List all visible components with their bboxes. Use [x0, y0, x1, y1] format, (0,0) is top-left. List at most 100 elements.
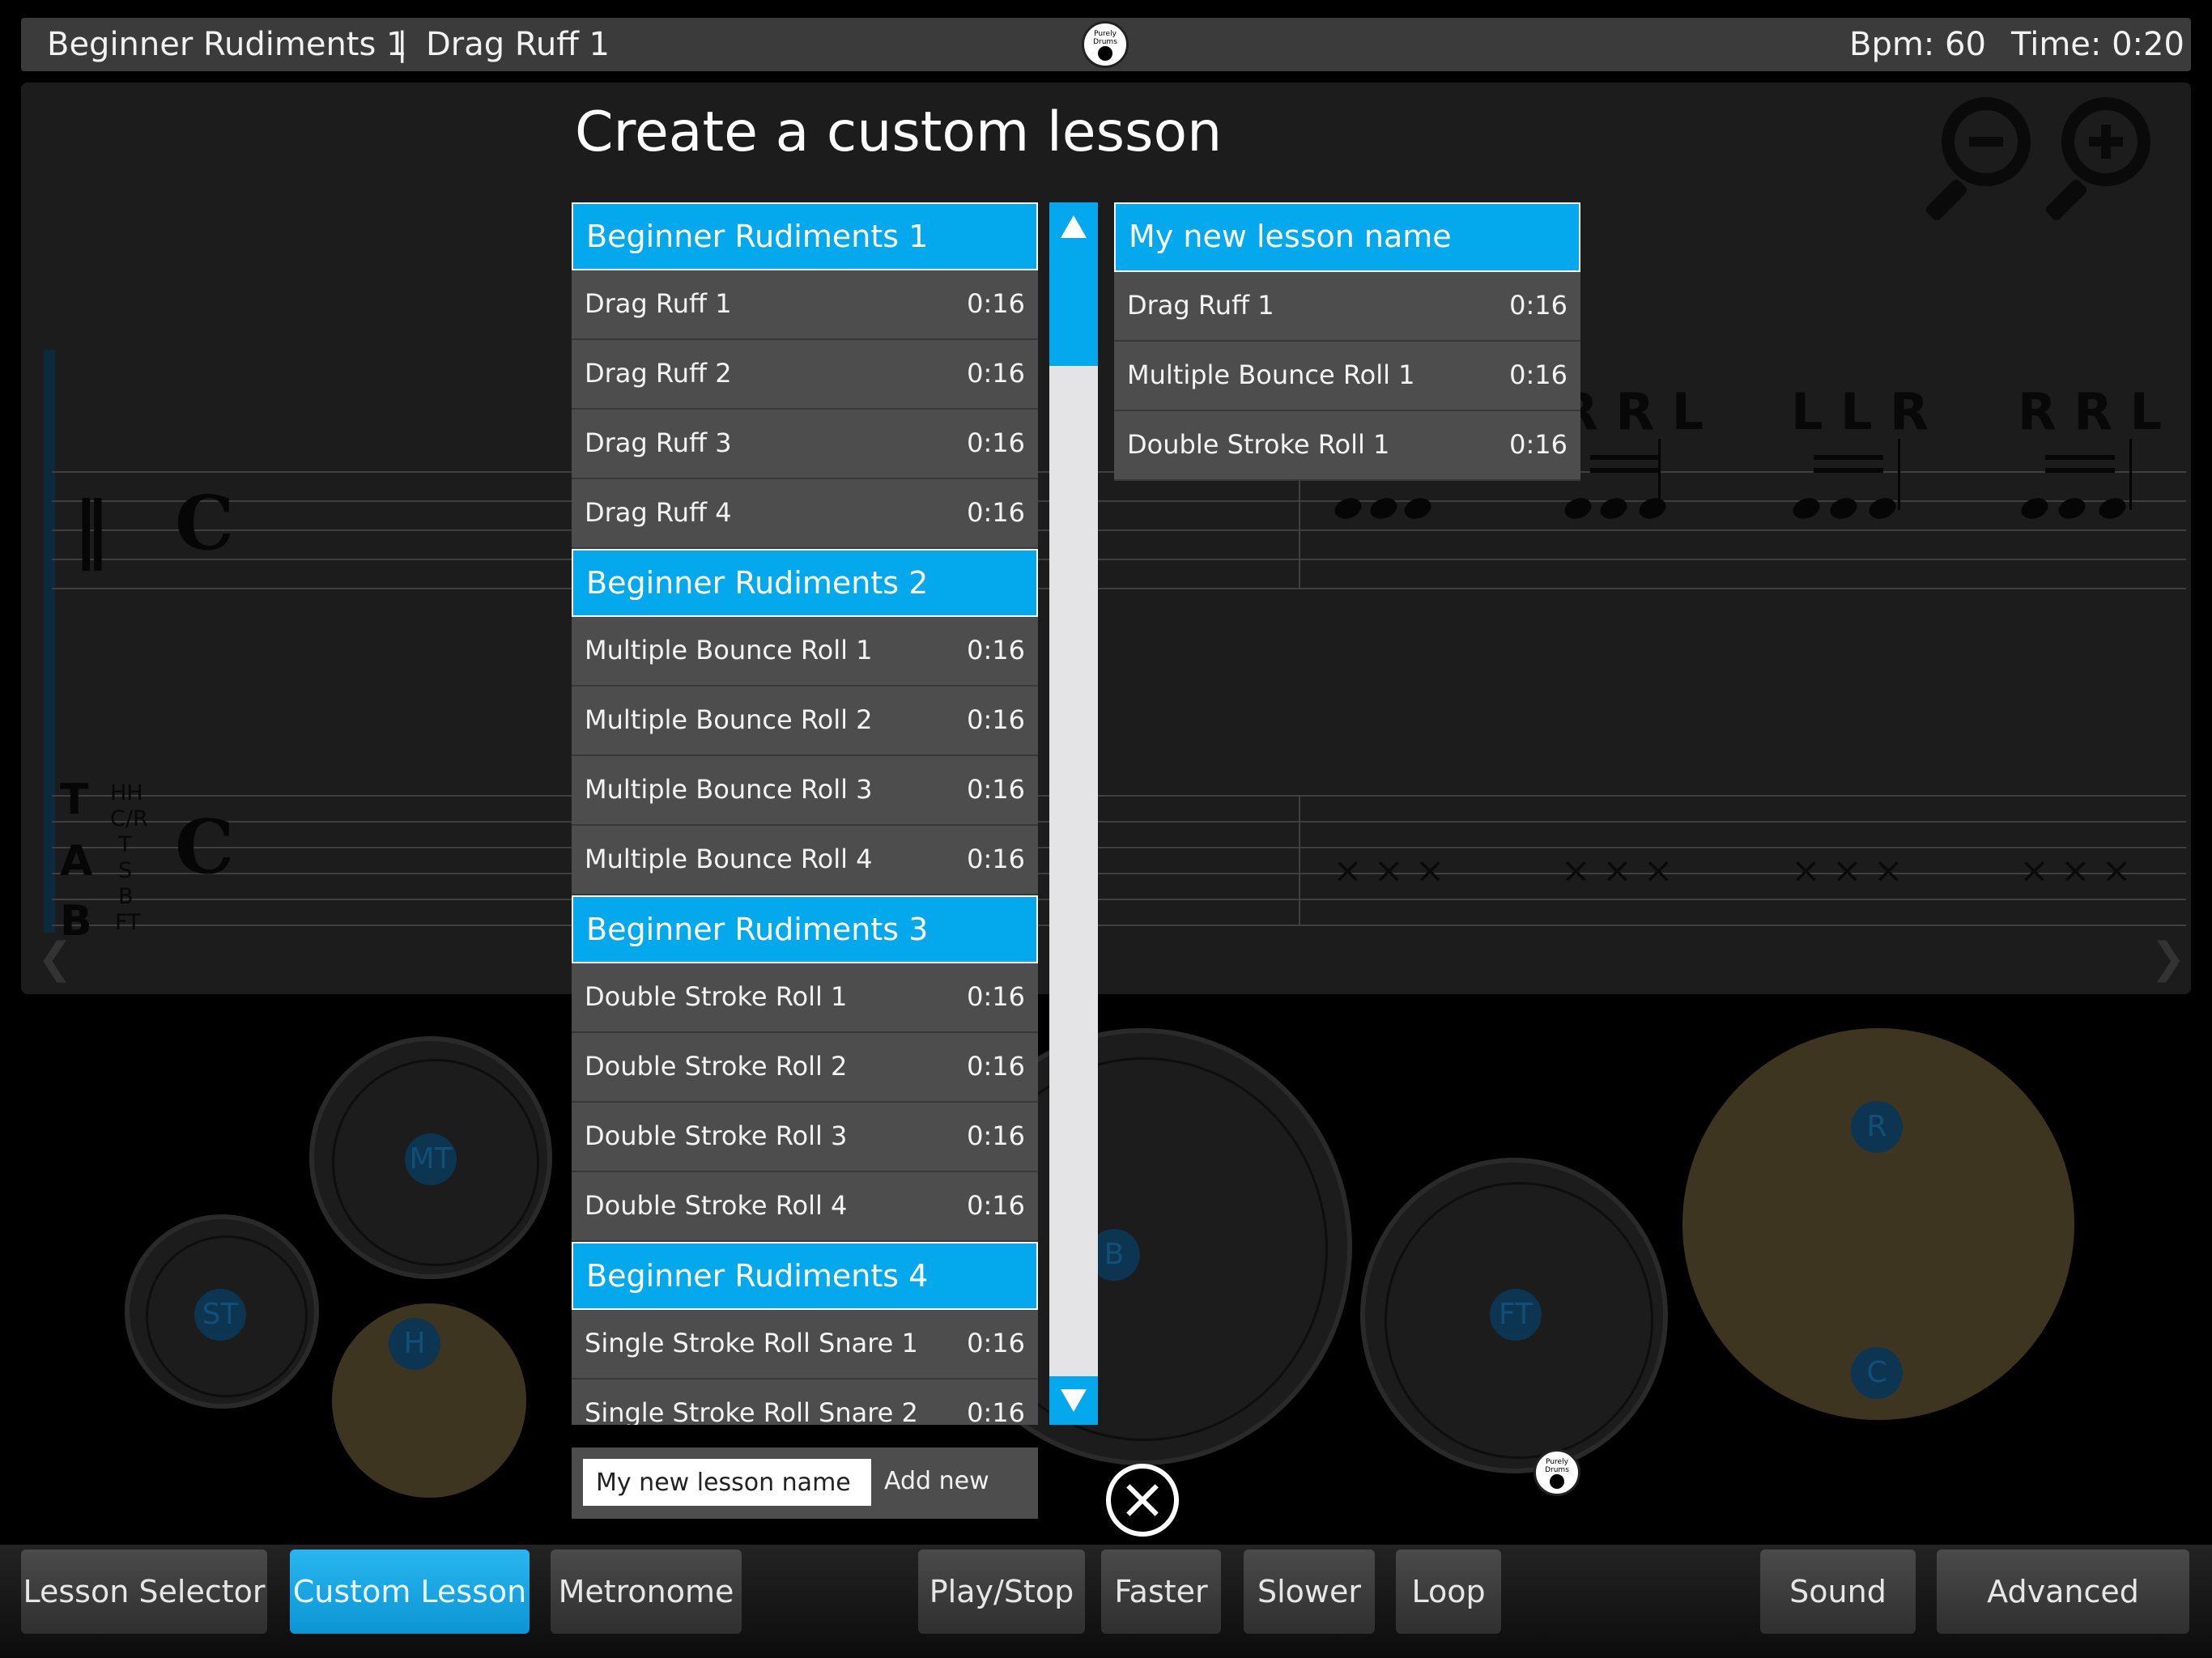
tab-line [52, 847, 2186, 848]
exercise-title: Drag Ruff 1 [426, 26, 610, 63]
scrollbar-thumb[interactable] [1049, 251, 1098, 366]
list-item[interactable]: Multiple Bounce Roll 1 0:16 [1114, 342, 1580, 411]
logo-drum-icon [1098, 46, 1112, 61]
zoom-out-icon[interactable] [1924, 97, 2031, 223]
list-item[interactable]: Multiple Bounce Roll 3 0:16 [572, 756, 1038, 826]
new-lesson-list[interactable]: My new lesson name Drag Ruff 1 0:16 Multi… [1114, 202, 1580, 481]
slower-button[interactable]: Slower [1244, 1550, 1375, 1634]
note-head [1827, 494, 1861, 523]
bar-line [1299, 471, 1300, 589]
new-lesson-header[interactable]: My new lesson name [1114, 202, 1580, 272]
list-item[interactable]: Drag Ruff 1 0:16 [572, 270, 1038, 340]
sticking-label: R R L [2018, 382, 2163, 441]
notation-panel: ‖ C T A B HH C/R T S B FT C R R L L L R … [21, 83, 2191, 994]
list-item[interactable]: Single Stroke Roll Snare 1 0:16 [572, 1310, 1038, 1380]
beam [2045, 468, 2115, 473]
stem [2129, 439, 2132, 510]
sticking-label: L L R [1791, 382, 1929, 441]
tab-voice-cr: C/R [110, 806, 148, 831]
dialog-title: Create a custom lesson [575, 100, 1223, 164]
tab-letter-a: A [60, 837, 93, 886]
list-item[interactable]: Drag Ruff 1 0:16 [1114, 272, 1580, 342]
list-item[interactable]: Drag Ruff 3 0:16 [572, 410, 1038, 479]
loop-button[interactable]: Loop [1396, 1550, 1501, 1634]
small-tom-label: ST [194, 1289, 246, 1341]
metronome-button[interactable]: Metronome [551, 1550, 742, 1634]
beam [1814, 468, 1883, 473]
note-head [2055, 494, 2089, 523]
triangle-up-icon [1061, 215, 1087, 238]
custom-lesson-button[interactable]: Custom Lesson [290, 1550, 530, 1634]
tab-voice-hh: HH [110, 780, 143, 806]
bar-line [1299, 795, 1300, 926]
purely-drums-logo: Purely Drums [1082, 21, 1129, 68]
faster-button[interactable]: Faster [1101, 1550, 1221, 1634]
common-time-icon: C [175, 803, 235, 891]
list-item[interactable]: Double Stroke Roll 2 0:16 [572, 1033, 1038, 1103]
list-item[interactable]: Multiple Bounce Roll 4 0:16 [572, 826, 1038, 895]
beam [2045, 455, 2115, 460]
tab-voice-s: S [118, 858, 133, 883]
staff-line [52, 500, 2186, 502]
tab-line [52, 899, 2186, 900]
tab-line [52, 925, 2186, 926]
tab-line [52, 795, 2186, 797]
list-item[interactable]: Drag Ruff 2 0:16 [572, 340, 1038, 410]
playhead-bar [44, 350, 55, 933]
lesson-selector-button[interactable]: Lesson Selector [21, 1550, 267, 1634]
logo-drum-icon [1550, 1474, 1564, 1489]
chevron-left-icon[interactable]: ❮ [37, 934, 73, 983]
list-item[interactable]: Drag Ruff 4 0:16 [572, 479, 1038, 549]
close-circle-icon[interactable] [1106, 1464, 1179, 1537]
list-item[interactable]: Double Stroke Roll 1 0:16 [572, 963, 1038, 1033]
list-item[interactable]: Double Stroke Roll 3 0:16 [572, 1103, 1038, 1172]
scroll-up-button[interactable] [1049, 202, 1098, 251]
triangle-down-icon [1061, 1389, 1087, 1412]
play-stop-button[interactable]: Play/Stop [918, 1550, 1085, 1634]
lesson-name-input[interactable] [583, 1459, 871, 1506]
note-head [2095, 494, 2129, 523]
tab-voice-ft: FT [115, 910, 141, 935]
advanced-button[interactable]: Advanced [1937, 1550, 2189, 1634]
common-time-icon: C [175, 479, 235, 567]
list-item[interactable]: Single Stroke Roll Snare 2 0:16 [572, 1380, 1038, 1425]
title-separator: | [397, 26, 408, 63]
sound-button[interactable]: Sound [1760, 1550, 1916, 1634]
floor-tom-label: FT [1490, 1289, 1542, 1341]
hihat-x-icon: × × × [2019, 850, 2132, 891]
note-head [1597, 494, 1631, 523]
group-header[interactable]: Beginner Rudiments 4 [572, 1242, 1038, 1310]
mid-tom-label: MT [405, 1133, 457, 1185]
add-lesson-bar: Add new [572, 1448, 1038, 1519]
crash-label: C [1851, 1347, 1903, 1399]
beam [1814, 455, 1883, 460]
list-scrollbar[interactable] [1049, 202, 1098, 1425]
beam [1590, 455, 1660, 460]
note-head [2018, 494, 2052, 523]
tab-letter-t: T [60, 776, 89, 824]
group-header[interactable]: Beginner Rudiments 2 [572, 549, 1038, 617]
note-head [1865, 494, 1899, 523]
list-item[interactable]: Multiple Bounce Roll 2 0:16 [572, 687, 1038, 756]
tab-voice-t: T [118, 832, 132, 857]
note-head [1401, 494, 1435, 523]
list-item[interactable]: Double Stroke Roll 4 0:16 [572, 1172, 1038, 1242]
note-head [1367, 494, 1401, 523]
list-item[interactable]: Multiple Bounce Roll 1 0:16 [572, 617, 1038, 687]
add-new-button[interactable]: Add new [884, 1467, 989, 1495]
hihat-x-icon: × × × [1561, 850, 1674, 891]
note-head [1331, 494, 1365, 523]
note-head [1636, 494, 1670, 523]
available-lessons-list[interactable]: Beginner Rudiments 1 Drag Ruff 1 0:16 Dra… [572, 202, 1038, 1425]
group-header[interactable]: Beginner Rudiments 3 [572, 895, 1038, 963]
staff-line [52, 588, 2186, 589]
bpm-readout: Bpm: 60 [1849, 26, 1986, 63]
list-item[interactable]: Double Stroke Roll 1 0:16 [1114, 411, 1580, 481]
tab-voice-b: B [118, 884, 134, 909]
scroll-down-button[interactable] [1049, 1376, 1098, 1425]
zoom-in-icon[interactable] [2044, 97, 2150, 223]
note-head [1789, 494, 1823, 523]
group-header[interactable]: Beginner Rudiments 1 [572, 202, 1038, 270]
chevron-right-icon[interactable]: ❯ [2150, 934, 2186, 983]
staff-line [52, 559, 2186, 560]
